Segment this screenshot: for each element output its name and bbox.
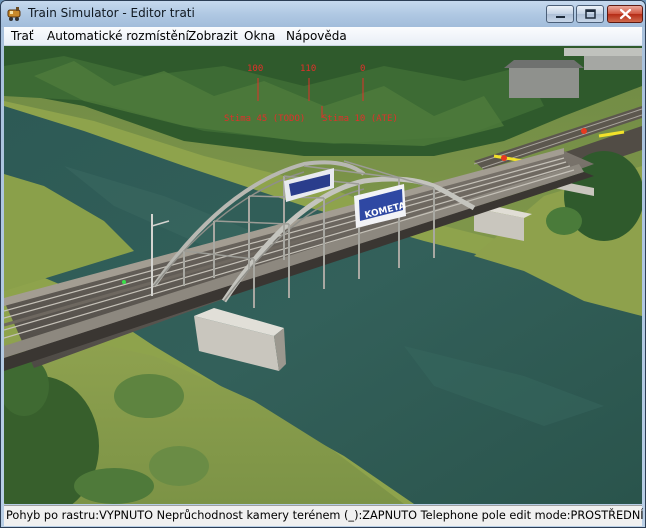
maximize-button[interactable] [576,5,604,23]
train-app-icon [7,6,23,22]
menu-okna[interactable]: Okna [244,29,275,43]
speed-marker-label: 110 [300,64,317,74]
minimize-icon [556,16,565,18]
3d-editor-viewport[interactable]: KOMETA 100 110 0 Stima 45 (TODO) Stima 1… [4,46,642,504]
maximize-icon [585,9,596,19]
status-bar: Pohyb po rastru:VYPNUTO Neprůchodnost ka… [4,505,644,526]
menu-automaticke-rozmisteni[interactable]: Automatické rozmístění [47,29,189,43]
close-icon [619,8,632,20]
window-title: Train Simulator - Editor trati [28,6,195,20]
minimize-button[interactable] [546,5,574,23]
track-label: Stima 10 (ATE) [322,114,398,124]
menu-trat[interactable]: Trať [11,29,34,43]
speed-marker-label: 100 [247,64,264,74]
menu-zobrazit[interactable]: Zobrazit [188,29,238,43]
menu-bar: Trať Automatické rozmístění Zobrazit Okn… [4,27,642,46]
close-button[interactable] [607,5,643,23]
menu-napoveda[interactable]: Nápověda [286,29,347,43]
title-bar[interactable]: Train Simulator - Editor trati [1,1,645,27]
track-label: Stima 45 (TODO) [224,114,306,124]
app-window: Train Simulator - Editor trati Trať Auto… [0,0,646,528]
speed-marker-label: 0 [360,64,366,74]
status-text: Pohyb po rastru:VYPNUTO Neprůchodnost ka… [6,509,644,522]
